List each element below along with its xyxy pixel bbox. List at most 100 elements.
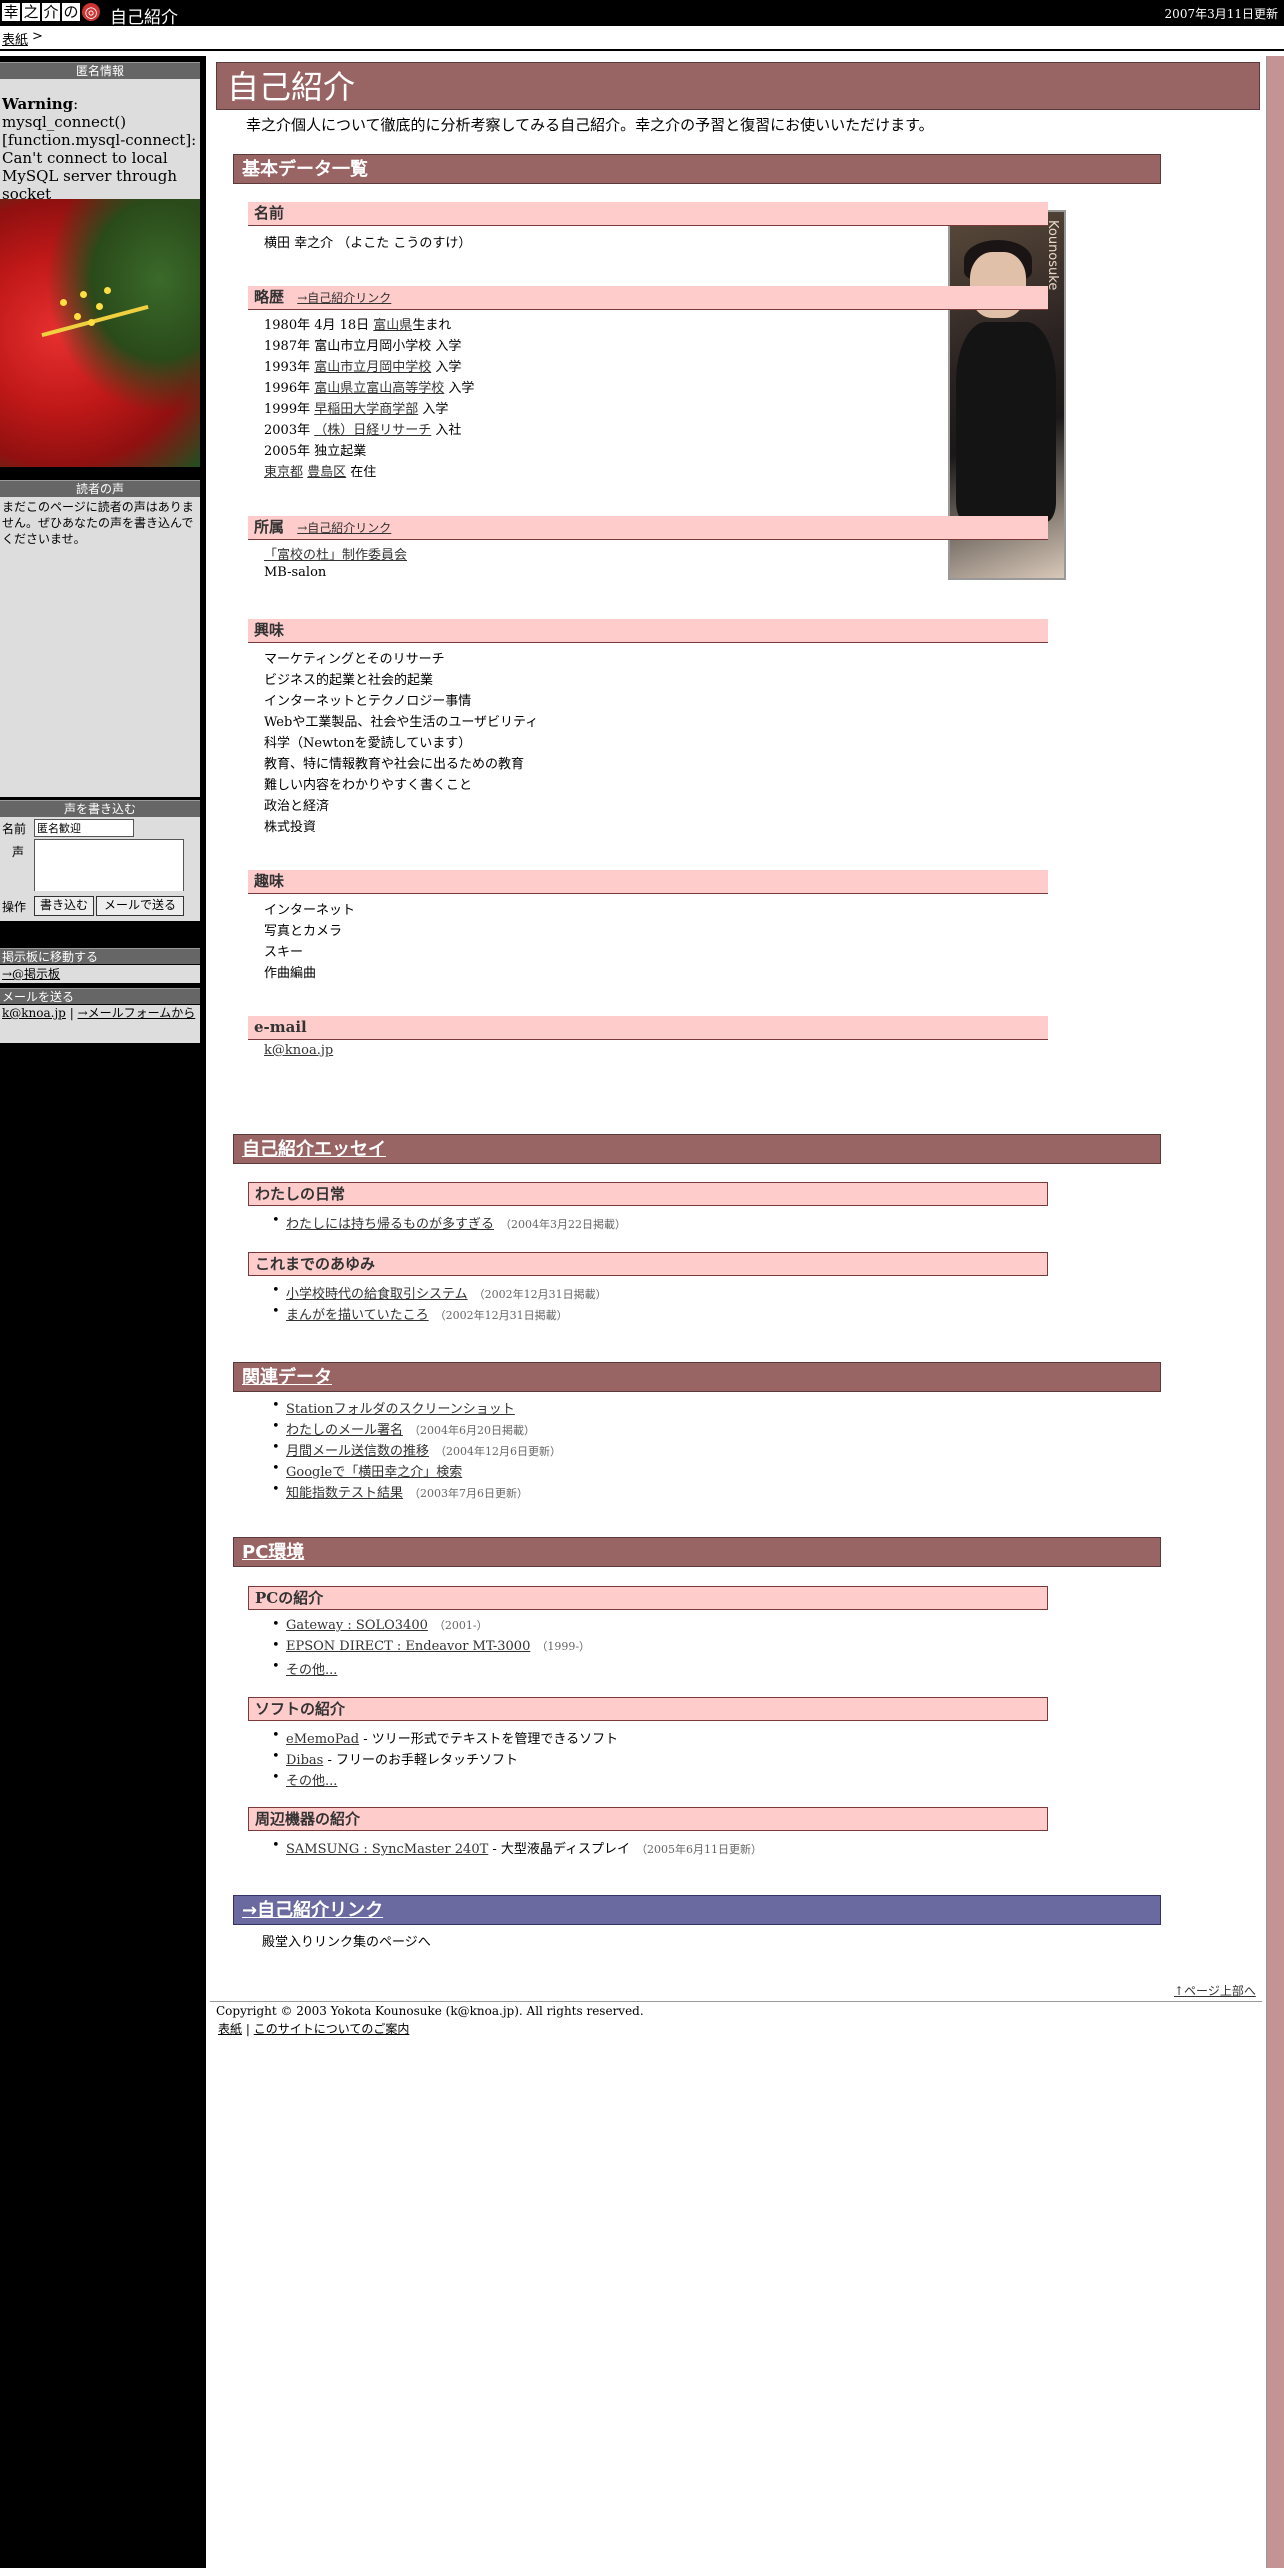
reader-voice-text: まだこのページに読者の声はありません。ぜひあなたの声を書き込んでくださいませ。 [2, 500, 194, 546]
pc-intro-heading: PCの紹介 [248, 1586, 1048, 1610]
pollen-dot [96, 303, 103, 310]
history-text: 2005年 独立起業 [264, 444, 367, 459]
history-link-item[interactable]: 富山県立富山高等学校 [314, 381, 444, 396]
photo-caption: Kounosuke [1045, 220, 1060, 291]
related-link[interactable]: 知能指数テスト結果 [286, 1486, 403, 1501]
voice-form: 名前 声 [0, 817, 200, 901]
history-link-item[interactable]: 富山市立月岡中学校 [314, 360, 431, 375]
history-link[interactable]: →自己紹介リンク [297, 291, 391, 305]
mail-address-link[interactable]: k@knoa.jp [2, 1006, 66, 1020]
periph-link[interactable]: SAMSUNG : SyncMaster 240T [286, 1842, 488, 1857]
date-note: （1999-） [536, 1640, 591, 1653]
list-item: その他... [272, 1770, 338, 1789]
history-link-item[interactable]: 富山県 [373, 318, 412, 333]
board-link[interactable]: →@掲示板 [2, 967, 60, 981]
pc-link[interactable]: EPSON DIRECT : Endeavor MT-3000 [286, 1639, 530, 1654]
warning-label: Warning [2, 95, 74, 113]
affiliation-heading-label: 所属 [254, 518, 285, 536]
related-link[interactable]: わたしのメール署名 [286, 1423, 403, 1438]
list-item: 知能指数テスト結果 （2003年7月6日更新） [272, 1482, 528, 1501]
pollen-dot [88, 319, 95, 326]
copyright: Copyright © 2003 Yokota Kounosuke (k@kno… [216, 2004, 644, 2018]
history-heading: 略歴 →自己紹介リンク [248, 286, 1048, 310]
breadcrumb-home-link[interactable]: 表紙 [2, 29, 28, 48]
history-text: 入社 [431, 423, 462, 438]
links-heading-link[interactable]: →自己紹介リンク [242, 1900, 383, 1921]
site-logo[interactable]: 幸 之 介 の ◎ [2, 3, 100, 21]
pollen-dot [74, 313, 81, 320]
history2-link[interactable]: 小学校時代の給食取引システム [286, 1287, 468, 1302]
reader-voice-box: まだこのページに読者の声はありません。ぜひあなたの声を書き込んでくださいませ。 [0, 497, 200, 797]
essay-heading: 自己紹介エッセイ [233, 1134, 1161, 1164]
mail-separator: | [69, 1006, 74, 1020]
hobby-item: スキー [264, 945, 304, 960]
related-heading: 関連データ [233, 1362, 1161, 1392]
history2-link[interactable]: まんがを描いていたころ [286, 1308, 429, 1323]
list-item: SAMSUNG : SyncMaster 240T - 大型液晶ディスプレイ （2… [272, 1838, 763, 1857]
history-link-item[interactable]: 早稲田大学商学部 [314, 402, 418, 417]
history2-heading: これまでのあゆみ [248, 1252, 1048, 1276]
affiliation-link[interactable]: →自己紹介リンク [297, 521, 391, 535]
flower-photo [0, 199, 200, 467]
top-title: 自己紹介 [110, 8, 178, 28]
interest-item: インターネットとテクノロジー事情 [264, 694, 472, 709]
soft-desc: - ツリー形式でテキストを管理できるソフト [359, 1732, 619, 1747]
date-note: （2005年6月11日更新） [636, 1843, 763, 1856]
related-heading-link[interactable]: 関連データ [242, 1367, 332, 1388]
history-text: 入学 [431, 360, 462, 375]
name-label: 名前 [2, 822, 27, 836]
periph-desc: - 大型液晶ディスプレイ [488, 1842, 631, 1857]
soft-link[interactable]: その他... [286, 1774, 337, 1789]
history-text: 1993年 [264, 360, 315, 375]
pc-heading: PC環境 [233, 1537, 1161, 1567]
affiliation-org-link[interactable]: 「富校の杜」制作委員会 [264, 548, 407, 563]
residence-link[interactable]: 東京都 [264, 465, 303, 480]
soft-link[interactable]: Dibas [286, 1753, 323, 1768]
sidebar-write-head: 声を書き込む [0, 800, 200, 817]
list-item: EPSON DIRECT : Endeavor MT-3000 （1999-） [272, 1638, 591, 1654]
interest-heading: 興味 [248, 619, 1048, 643]
date-note: （2004年3月22日掲載） [500, 1218, 627, 1231]
updated-date: 2007年3月11日更新 [1164, 7, 1278, 21]
page-top-link[interactable]: ↑ページ上部へ [1174, 1982, 1256, 1999]
voice-form-actions: 操作 書き込む メールで送る [0, 891, 200, 921]
mail-send-button[interactable]: メールで送る [96, 896, 184, 916]
history-item: 1993年 富山市立月岡中学校 入学 [264, 356, 461, 375]
soft-link[interactable]: eMemoPad [286, 1732, 359, 1747]
email-heading: e-mail [248, 1016, 1048, 1040]
affiliation-item: 「富校の杜」制作委員会 [264, 544, 407, 563]
footer-home-link[interactable]: 表紙 [218, 2022, 242, 2036]
email-item: k@knoa.jp [264, 1043, 333, 1058]
related-link[interactable]: Stationフォルダのスクリーンショット [286, 1402, 515, 1417]
mail-form-link[interactable]: →メールフォームから [78, 1006, 196, 1020]
write-button[interactable]: 書き込む [34, 896, 94, 916]
history-item: 1999年 早稲田大学商学部 入学 [264, 398, 448, 417]
residence-link[interactable]: 豊島区 [307, 465, 346, 480]
daily-link[interactable]: わたしには持ち帰るものが多すぎる [286, 1217, 494, 1232]
sidebar-board-head: 掲示板に移動する [0, 948, 200, 964]
sidebar-personal-head: 匿名情報 [0, 62, 200, 79]
history-text: 1999年 [264, 402, 315, 417]
history-item: 2005年 独立起業 [264, 440, 366, 459]
breadcrumb: 表紙 > [0, 27, 1284, 49]
history-item: 2003年 （株）日経リサーチ 入社 [264, 419, 461, 438]
list-item: その他... [272, 1659, 338, 1678]
history-text: 生まれ [412, 318, 452, 333]
email-link[interactable]: k@knoa.jp [264, 1043, 333, 1058]
related-link[interactable]: 月間メール送信数の推移 [286, 1444, 429, 1459]
history-text: 入学 [444, 381, 475, 396]
history-link-item[interactable]: （株）日経リサーチ [314, 423, 431, 438]
footer-about-link[interactable]: このサイトについてのご案内 [254, 2022, 410, 2036]
name-heading: 名前 [248, 202, 1048, 226]
pc-link[interactable]: その他... [286, 1663, 337, 1678]
essay-heading-link[interactable]: 自己紹介エッセイ [242, 1139, 386, 1160]
mysql-warning: Warning: mysql_connect() [function.mysql… [0, 79, 200, 199]
date-note: （2004年12月6日更新） [435, 1445, 562, 1458]
pc-link[interactable]: Gateway : SOLO3400 [286, 1618, 428, 1633]
logo-char: 之 [22, 3, 40, 21]
interest-item: 株式投資 [264, 820, 317, 835]
affiliation-heading: 所属 →自己紹介リンク [248, 516, 1048, 540]
pc-heading-link[interactable]: PC環境 [242, 1542, 304, 1563]
name-input[interactable] [34, 819, 134, 837]
related-link[interactable]: Googleで「横田幸之介」検索 [286, 1465, 462, 1480]
